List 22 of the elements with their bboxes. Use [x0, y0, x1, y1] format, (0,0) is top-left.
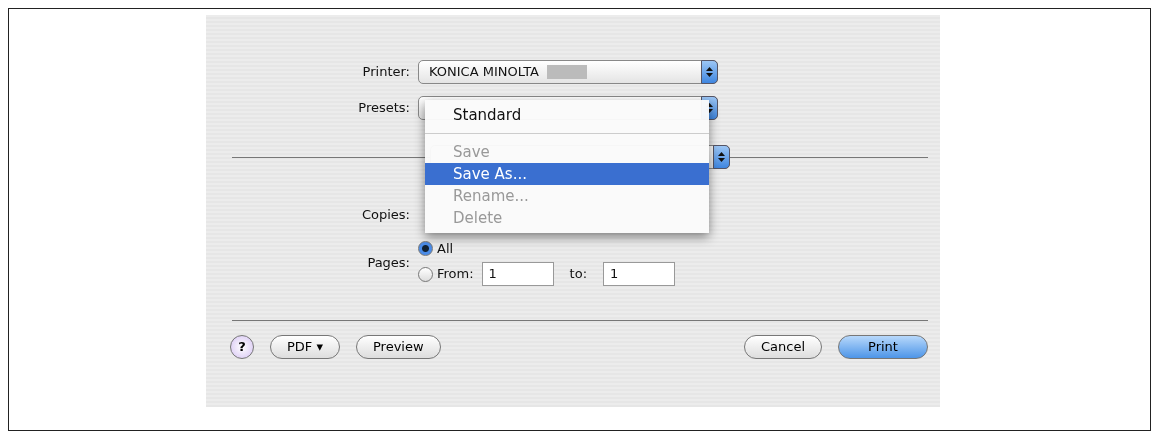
radio-button[interactable] [418, 240, 433, 256]
popup-value: KONICA MINOLTA [429, 63, 539, 82]
field-label: Presets: [357, 99, 411, 118]
radio-button[interactable] [418, 266, 433, 282]
printer-popup[interactable]: KONICA MINOLTA [418, 60, 718, 84]
menu-item[interactable]: Save As... [425, 163, 709, 185]
pdf-button[interactable]: PDF ▾ [270, 335, 340, 359]
radio-label: From: [437, 265, 474, 284]
stepper-arrows-icon [701, 60, 718, 84]
field-label: Copies: [360, 206, 411, 224]
field-label: to: [569, 265, 588, 284]
cancel-button[interactable]: Cancel [743, 335, 822, 359]
menu-item[interactable]: Standard [425, 104, 709, 126]
help-button[interactable]: ? [230, 335, 254, 359]
stepper-arrows-icon [713, 145, 730, 169]
print-button[interactable]: Print [838, 335, 928, 359]
to-field[interactable]: 1 [603, 262, 676, 286]
field-label: Pages: [366, 253, 411, 272]
radio-label: All [437, 239, 454, 258]
from-field[interactable]: 1 [481, 262, 554, 286]
field-label: Printer: [361, 63, 411, 82]
preview-button[interactable]: Preview [356, 335, 441, 359]
